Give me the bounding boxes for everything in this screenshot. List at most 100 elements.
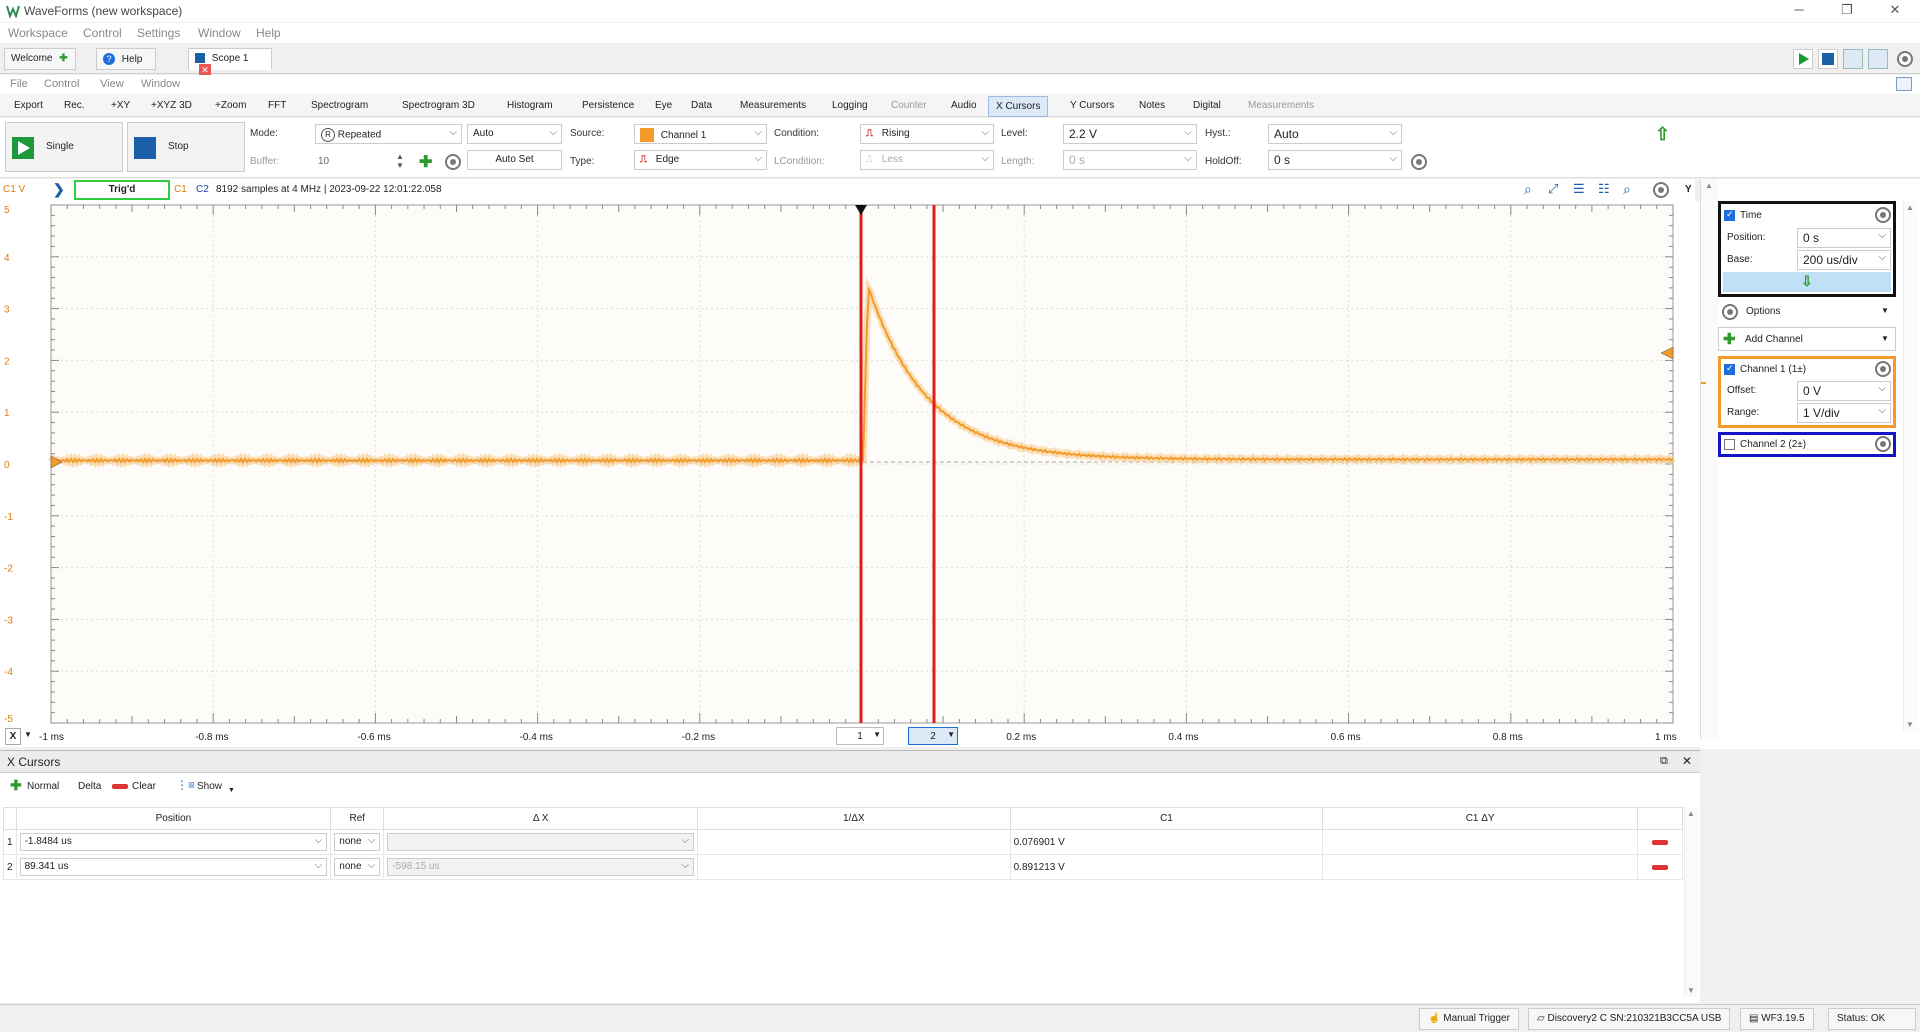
time-checkbox[interactable] [1724, 209, 1735, 221]
stop-button[interactable]: Stop [127, 122, 245, 172]
toolbar-measurements[interactable]: Measurements [740, 100, 806, 111]
stop-icon[interactable] [1818, 49, 1838, 69]
toolbar-persistence[interactable]: Persistence [582, 100, 634, 111]
buffer-gear-icon[interactable] [445, 154, 461, 170]
autoscale-icon[interactable]: ☷ [1598, 181, 1610, 197]
x-axis-dropdown-icon[interactable]: ▼ [24, 730, 32, 739]
hyst-select[interactable]: Auto ⌵ [1268, 124, 1402, 144]
close-window-button[interactable]: ✕ [1880, 2, 1910, 20]
run-icon[interactable] [1793, 49, 1813, 69]
menu-instr-control[interactable]: Control [44, 78, 79, 90]
align-icon[interactable]: ☰ [1573, 181, 1585, 197]
time-collapse-bar[interactable]: ⇩ [1723, 272, 1891, 292]
buffer-spinner[interactable]: ▲ ▼ [396, 152, 406, 170]
toolbar-zoom[interactable]: +Zoom [215, 100, 246, 111]
scroll-down-icon[interactable]: ▼ [1906, 720, 1914, 729]
window-split-icon[interactable] [1868, 49, 1888, 69]
auto-set-button[interactable]: Auto Set [467, 150, 562, 170]
cursor-1-selector[interactable]: 1 ▼ [836, 727, 884, 745]
ref-cell[interactable]: none ⌵ [330, 854, 385, 880]
position-input[interactable]: 0 s ⌵ [1797, 228, 1891, 248]
toolbar-histogram[interactable]: Histogram [507, 100, 553, 111]
toolbar-counter[interactable]: Counter [891, 100, 927, 111]
mode-select[interactable]: R Repeated ⌵ [315, 124, 462, 144]
toolbar-spectrogram[interactable]: Spectrogram [311, 100, 368, 111]
menu-workspace[interactable]: Workspace [8, 26, 68, 40]
show-button[interactable]: Show [197, 781, 222, 792]
toolbar-spectrogram3d[interactable]: Spectrogram 3D [402, 100, 475, 111]
undock-icon[interactable]: ⧉ [1660, 755, 1668, 768]
menu-file[interactable]: File [10, 78, 28, 90]
holdoff-input[interactable]: 0 s ⌵ [1268, 150, 1402, 170]
position-select[interactable]: 89.341 us ⌵ [19, 858, 328, 876]
scroll-down-icon[interactable]: ▼ [1687, 986, 1695, 995]
lcondition-select[interactable]: ⎍ Less ⌵ [860, 150, 994, 170]
channel2-gear-icon[interactable] [1875, 436, 1891, 452]
tab-welcome[interactable]: Welcome ✚ [4, 48, 76, 70]
close-panel-icon[interactable]: ✕ [1682, 754, 1692, 768]
channel1-gear-icon[interactable] [1875, 361, 1891, 377]
table-scrollbar[interactable]: ▲ ▼ [1684, 807, 1698, 997]
menu-help[interactable]: Help [256, 26, 281, 40]
range-select[interactable]: 1 V/div ⌵ [1797, 403, 1891, 423]
window-tile-icon[interactable] [1843, 49, 1863, 69]
add-buffer-icon[interactable]: ✚ [419, 152, 432, 172]
condition-select[interactable]: ⎍ Rising ⌵ [860, 124, 994, 144]
channel2-toggle[interactable]: C2 [196, 184, 209, 195]
status-button[interactable]: Status: OK [1828, 1008, 1916, 1030]
settings-gear-icon[interactable] [1897, 51, 1913, 67]
remove-cursor-icon[interactable] [1651, 839, 1668, 845]
trigger-mode-select[interactable]: Auto ⌵ [467, 124, 562, 144]
channel1-checkbox[interactable] [1724, 363, 1735, 375]
type-select[interactable]: ⎍ Edge ⌵ [634, 150, 767, 170]
toolbar-export[interactable]: Export [14, 100, 43, 111]
channel1-toggle[interactable]: C1 [174, 184, 187, 195]
trigger-gear-icon[interactable] [1411, 154, 1427, 170]
zoom-in-icon[interactable]: ⌕ [1524, 181, 1532, 198]
toolbar-logging[interactable]: Logging [832, 100, 868, 111]
zoom-out-icon[interactable]: ⌕ [1623, 181, 1631, 198]
zoom-fit-icon[interactable]: ⤢ [1548, 181, 1558, 197]
toolbar-rec[interactable]: Rec. [64, 100, 85, 111]
cursor-2-selector[interactable]: 2 ▼ [908, 727, 958, 745]
clear-button[interactable]: Clear [132, 781, 156, 792]
toolbar-notes[interactable]: Notes [1139, 100, 1165, 111]
arrow-up-icon[interactable]: ⇧ [1655, 124, 1670, 145]
level-input[interactable]: 2.2 V ⌵ [1063, 124, 1197, 144]
tab-scope[interactable]: Scope 1 ✕ [188, 48, 272, 76]
remove-cursor-icon[interactable] [1651, 864, 1668, 870]
base-select[interactable]: 200 us/div ⌵ [1797, 250, 1891, 270]
toolbar-xyz3d[interactable]: +XYZ 3D [151, 100, 192, 111]
add-cursor-icon[interactable]: ✚ [10, 777, 22, 794]
restore-button[interactable]: ❐ [1832, 2, 1862, 20]
scope-plot[interactable]: 5 4 3 2 1 0 -1 -2 -3 -4 -5 [0, 201, 1700, 731]
panel-right-scrollbar[interactable]: ▲ ▼ [1903, 201, 1917, 731]
single-button[interactable]: Single [5, 122, 123, 172]
arrow-down-icon[interactable]: ⇩ [1801, 273, 1813, 290]
version-button[interactable]: ▤ WF3.19.5 [1740, 1008, 1814, 1030]
source-select[interactable]: Channel 1 ⌵ [634, 124, 767, 144]
toolbar-measurements-2[interactable]: Measurements [1248, 100, 1314, 111]
manual-trigger-button[interactable]: ☝ Manual Trigger [1419, 1008, 1519, 1030]
buffer-value[interactable]: 10 [318, 156, 329, 167]
dx-select[interactable]: ⌵ [387, 833, 694, 851]
menu-control[interactable]: Control [83, 26, 122, 40]
plot-gear-icon[interactable] [1653, 182, 1669, 198]
time-gear-icon[interactable] [1875, 207, 1891, 223]
minimize-button[interactable]: ─ [1784, 2, 1814, 20]
toolbar-x-cursors[interactable]: X Cursors [988, 96, 1049, 117]
position-cell[interactable]: -1.8484 us ⌵ [15, 829, 332, 855]
channel2-checkbox[interactable] [1724, 439, 1735, 450]
ref-cell[interactable]: none ⌵ [330, 829, 385, 855]
menu-view[interactable]: View [100, 78, 124, 90]
ref-select[interactable]: none ⌵ [334, 833, 381, 851]
normal-button[interactable]: Normal [27, 781, 59, 792]
length-input[interactable]: 0 s ⌵ [1063, 150, 1197, 170]
dx-select[interactable]: -598.15 us ⌵ [387, 858, 694, 876]
toolbar-y-cursors[interactable]: Y Cursors [1070, 100, 1114, 111]
menu-settings[interactable]: Settings [137, 26, 180, 40]
device-button[interactable]: ▱ Discovery2 C SN:210321B3CC5A USB [1528, 1008, 1731, 1030]
toolbar-audio[interactable]: Audio [951, 100, 977, 111]
offset-input[interactable]: 0 V ⌵ [1797, 381, 1891, 401]
scroll-up-icon[interactable]: ▲ [1906, 203, 1914, 212]
